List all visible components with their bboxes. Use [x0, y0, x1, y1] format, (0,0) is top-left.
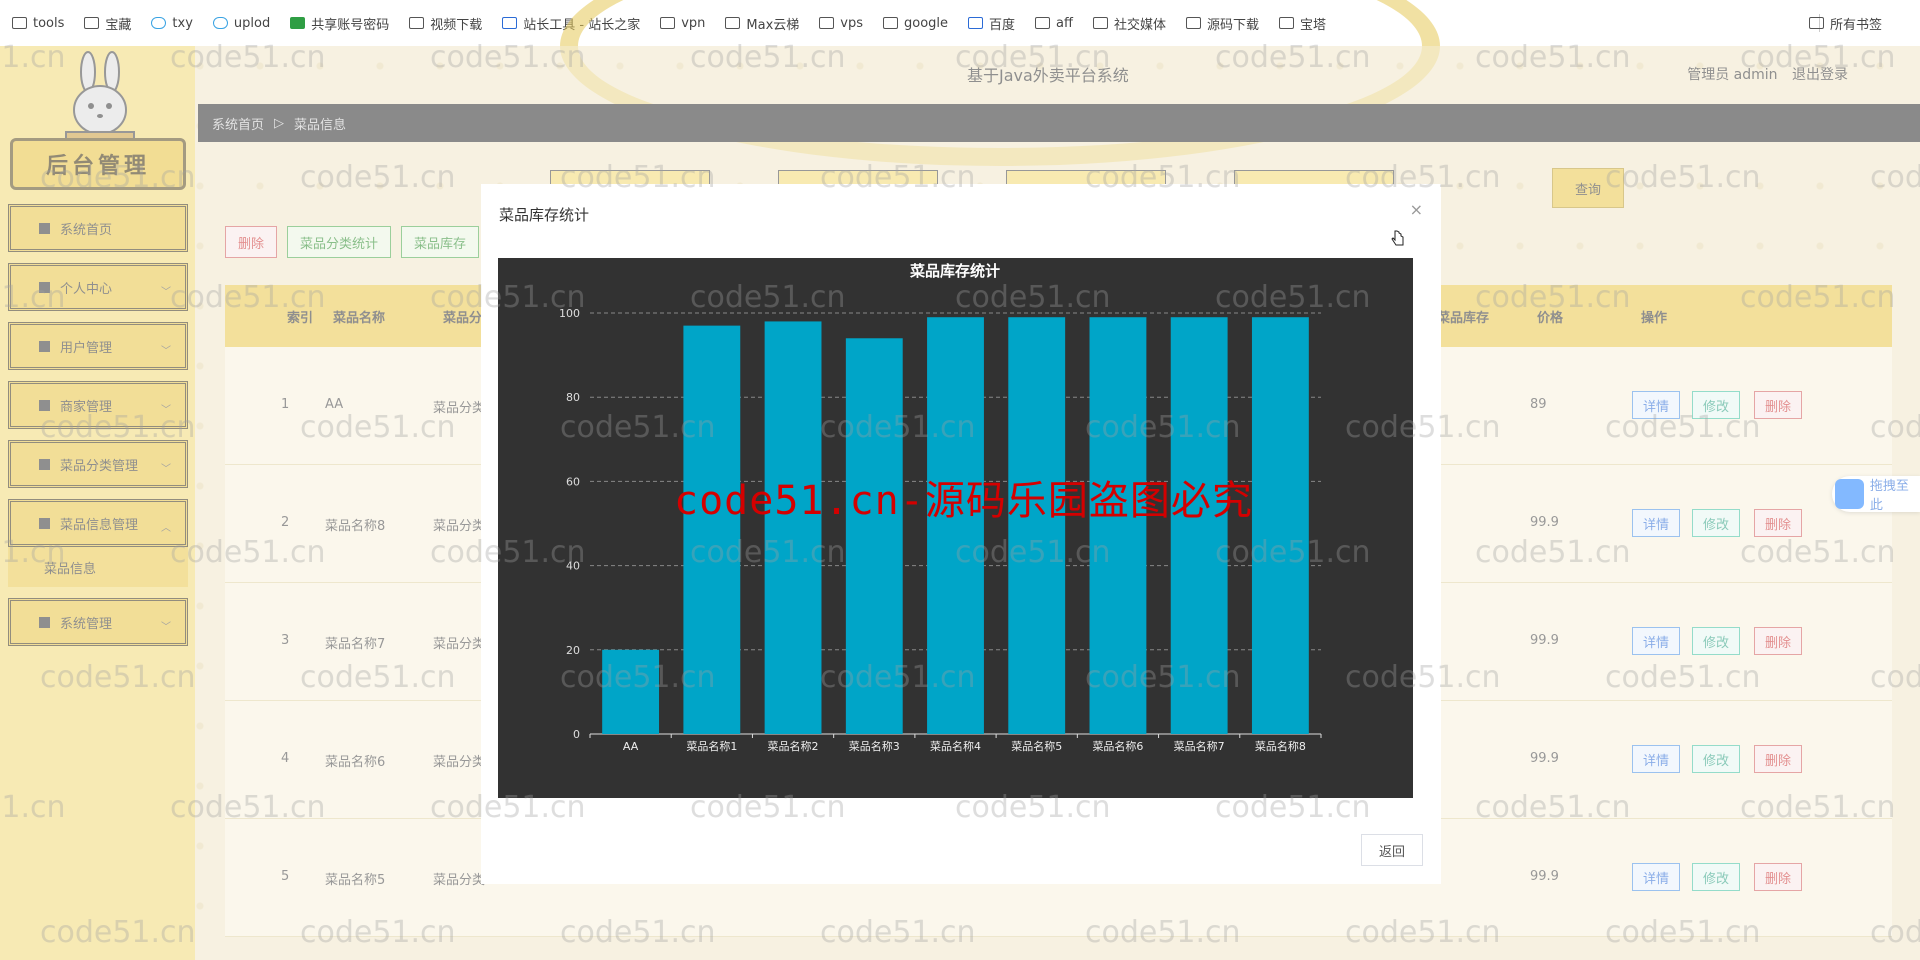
folder-icon — [290, 17, 306, 29]
chart-container: 菜品库存统计 0 20 40 60 80 100 AA 菜品名称1 菜品名称2 菜品名称3 菜品名称4… — [498, 258, 1413, 798]
stock-stats-dialog: 菜品库存统计 × 菜品库存统计 0 20 40 60 80 100 AA 菜品名称1 菜品名称2 菜… — [481, 184, 1441, 884]
bookmark-label: 共享账号密码 — [311, 17, 390, 33]
folder-icon — [502, 17, 518, 29]
bookmark-item[interactable]: txy — [151, 15, 193, 31]
y-tick-label: 0 — [573, 728, 580, 741]
folder-icon — [1808, 17, 1824, 29]
bookmark-item[interactable]: tools — [12, 16, 64, 31]
x-tick-label: 菜品名称4 — [930, 739, 981, 753]
dialog-title: 菜品库存统计 — [499, 206, 590, 224]
folder-icon — [12, 17, 27, 29]
bookmark-item[interactable]: uplod — [212, 15, 271, 31]
x-tick-label: 菜品名称5 — [1011, 739, 1062, 753]
chart-title: 菜品库存统计 — [909, 262, 1000, 280]
bookmark-label: txy — [172, 15, 193, 31]
folder-icon — [84, 17, 100, 29]
watermark-red: code51.cn-源码乐园盗图必究 — [674, 478, 1253, 524]
y-tick-label: 40 — [566, 560, 580, 573]
bar — [845, 338, 903, 734]
bar — [602, 649, 660, 734]
folder-icon — [151, 17, 167, 29]
folder-icon — [409, 17, 425, 29]
y-tick-label: 80 — [566, 391, 580, 404]
all-bookmarks-label: 所有书签 — [1829, 17, 1882, 33]
bookmark-item[interactable]: 视频下载 — [409, 14, 482, 33]
bar — [1251, 317, 1309, 734]
y-tick-label: 60 — [566, 475, 580, 488]
all-bookmarks[interactable]: 所有书签 — [1808, 0, 1882, 46]
bar — [764, 321, 822, 734]
bar-chart: 菜品库存统计 0 20 40 60 80 100 AA 菜品名称1 菜品名称2 菜品名称3 菜品名称4… — [559, 262, 1322, 753]
x-tick-label: 菜品名称8 — [1255, 739, 1306, 753]
y-tick-label: 20 — [566, 644, 580, 657]
x-tick-label: 菜品名称6 — [1092, 739, 1143, 753]
x-tick-label: 菜品名称3 — [849, 739, 900, 753]
back-button[interactable]: 返回 — [1361, 834, 1423, 866]
bookmark-label: 视频下载 — [430, 17, 483, 33]
folder-icon — [212, 17, 228, 29]
bookmark-item[interactable]: 宝藏 — [84, 14, 131, 33]
x-tick-label: 菜品名称7 — [1174, 739, 1225, 753]
y-tick-label: 100 — [559, 307, 580, 320]
hand-cursor-icon — [1391, 230, 1404, 246]
close-icon[interactable]: × — [1410, 200, 1423, 219]
bookmark-label: tools — [33, 15, 65, 31]
bar — [683, 325, 741, 734]
x-tick-label: 菜品名称1 — [686, 739, 737, 753]
bookmark-label: uplod — [233, 15, 271, 31]
bookmark-item[interactable]: 共享账号密码 — [290, 14, 389, 33]
bookmark-label: 宝藏 — [105, 17, 132, 33]
x-tick-label: 菜品名称2 — [768, 739, 819, 753]
x-tick-label: AA — [623, 740, 639, 753]
